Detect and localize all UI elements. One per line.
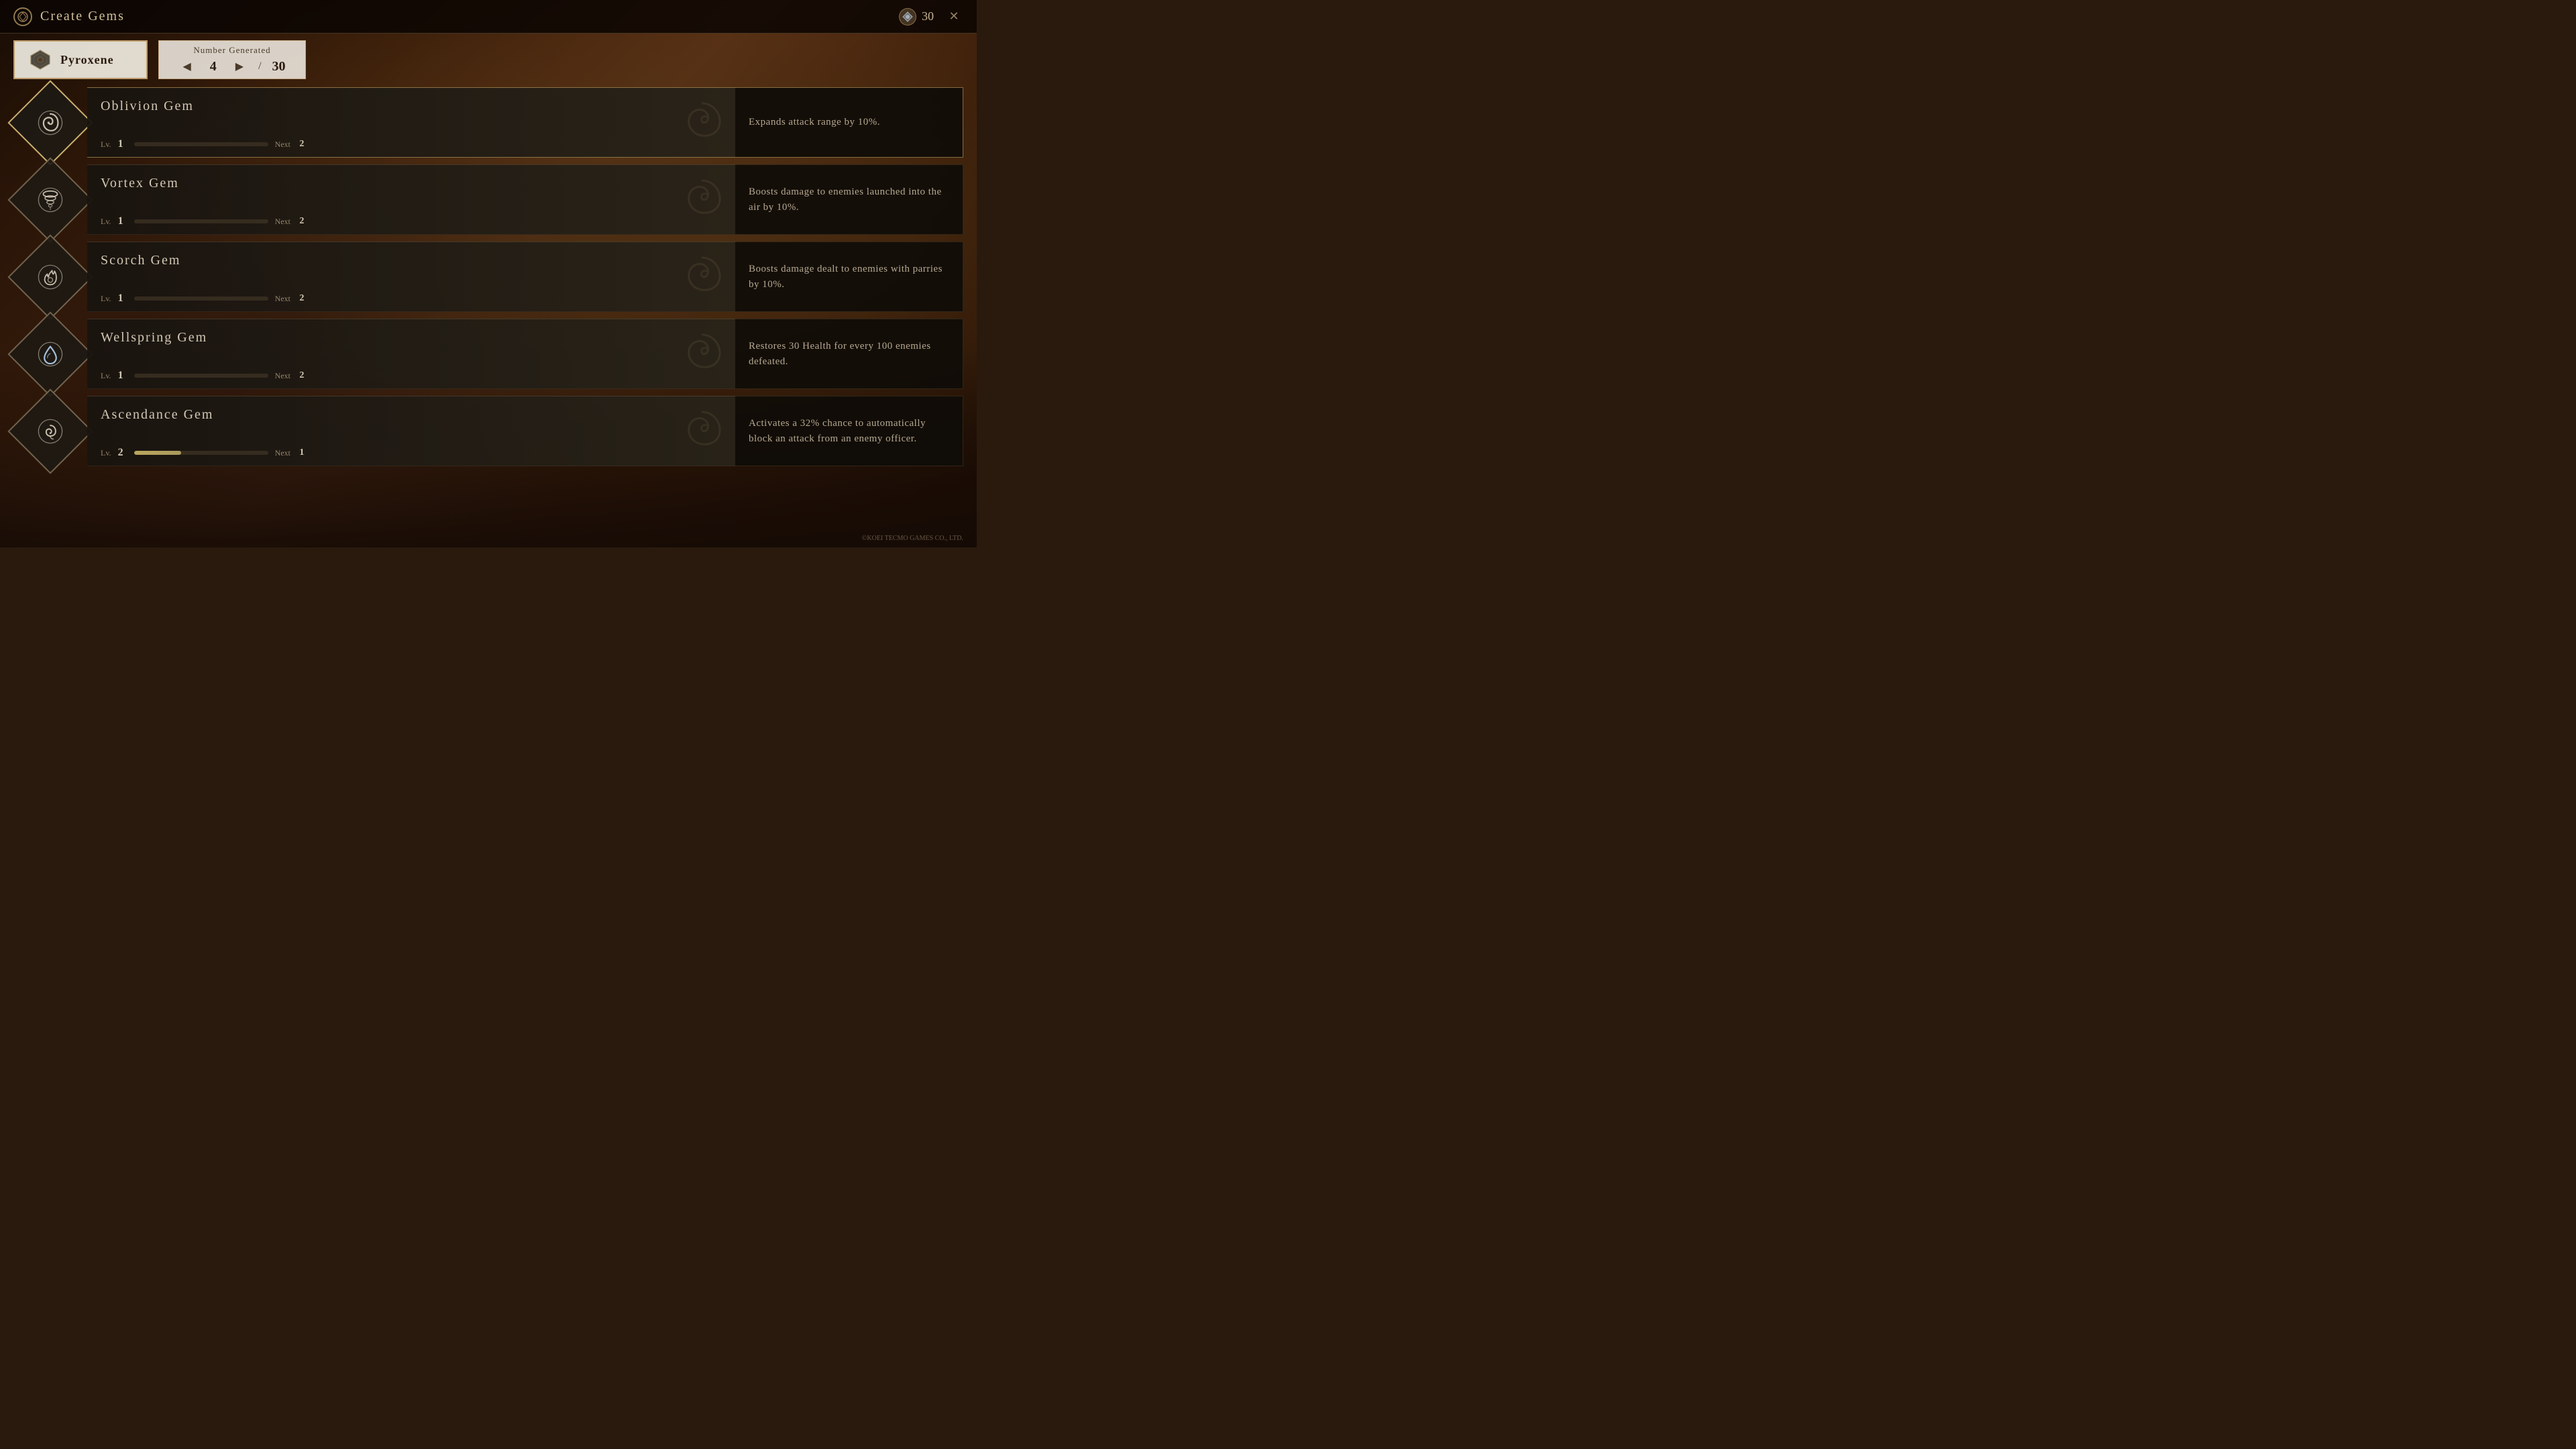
gems-list: Oblivion Gem Lv. 1 Next 2	[13, 87, 963, 466]
next-label-wellspring: Next	[275, 371, 290, 381]
gem-row-vortex[interactable]: Vortex Gem Lv. 1 Next 2	[13, 164, 963, 235]
gem-level-bar-oblivion: Lv. 1 Next 2	[101, 138, 722, 150]
gem-desc-scorch: Boosts damage dealt to enemies with parr…	[735, 241, 963, 312]
gem-desc-text-vortex: Boosts damage to enemies launched into t…	[749, 184, 949, 215]
gem-name-ascendance: Ascendance Gem	[101, 407, 722, 423]
lv-num-wellspring: 1	[118, 370, 123, 382]
gem-diamond-inner-scorch	[34, 260, 67, 294]
gem-diamond-wellspring	[20, 324, 80, 384]
gem-diamond-inner-vortex	[34, 183, 67, 217]
next-label-oblivion: Next	[275, 140, 290, 150]
gem-desc-text-wellspring: Restores 30 Health for every 100 enemies…	[749, 339, 949, 369]
progress-track-vortex	[134, 219, 268, 223]
progress-track-scorch	[134, 297, 268, 301]
gem-diamond-inner-oblivion	[34, 106, 67, 140]
page-title: Create Gems	[40, 9, 125, 24]
decrement-button[interactable]: ◀	[178, 58, 195, 74]
lv-num-oblivion: 1	[118, 138, 123, 150]
material-selector[interactable]: Pyroxene	[13, 40, 148, 79]
main-content: Pyroxene Number Generated ◀ 4 ▶ / 30	[13, 40, 963, 534]
material-name: Pyroxene	[60, 53, 114, 67]
lv-num-vortex: 1	[118, 215, 123, 227]
number-stepper: ◀ 4 ▶ / 30	[178, 58, 285, 74]
number-max: 30	[272, 59, 286, 74]
gem-diamond-ascendance	[20, 401, 80, 462]
gem-name-vortex: Vortex Gem	[101, 176, 722, 191]
gem-icon-area-oblivion	[13, 87, 87, 158]
progress-fill-ascendance	[134, 451, 181, 455]
gem-main-scorch: Scorch Gem Lv. 1 Next 2	[87, 241, 735, 312]
top-right: 30 ✕	[899, 7, 963, 26]
gem-row-wellspring[interactable]: Wellspring Gem Lv. 1 Next 2	[13, 319, 963, 389]
lv-label-oblivion: Lv.	[101, 140, 111, 150]
gem-desc-ascendance: Activates a 32% chance to automatically …	[735, 396, 963, 466]
gem-name-scorch: Scorch Gem	[101, 253, 722, 268]
next-num-vortex: 2	[297, 216, 305, 227]
gem-diamond-inner-wellspring	[34, 337, 67, 371]
currency-icon	[899, 8, 916, 25]
number-value: 4	[203, 59, 223, 74]
gem-name-wellspring: Wellspring Gem	[101, 330, 722, 345]
close-button[interactable]: ✕	[945, 7, 963, 26]
gem-desc-vortex: Boosts damage to enemies launched into t…	[735, 164, 963, 235]
gem-desc-wellspring: Restores 30 Health for every 100 enemies…	[735, 319, 963, 389]
lv-label-vortex: Lv.	[101, 217, 111, 227]
lv-num-scorch: 1	[118, 292, 123, 305]
next-label-scorch: Next	[275, 294, 290, 304]
gem-icon-area-wellspring	[13, 319, 87, 389]
gem-create-icon	[13, 7, 32, 26]
progress-track-oblivion	[134, 142, 268, 146]
gem-diamond-scorch	[20, 247, 80, 307]
currency-display: 30	[899, 8, 934, 25]
gem-diamond-vortex	[20, 170, 80, 230]
progress-track-ascendance	[134, 451, 268, 455]
gem-row-scorch[interactable]: Scorch Gem Lv. 1 Next 2	[13, 241, 963, 312]
lv-label-wellspring: Lv.	[101, 371, 111, 381]
next-label-vortex: Next	[275, 217, 290, 227]
gem-icon-area-scorch	[13, 241, 87, 312]
title-area: Create Gems	[13, 7, 125, 26]
top-bar: Create Gems 30 ✕	[0, 0, 977, 34]
gem-desc-text-ascendance: Activates a 32% chance to automatically …	[749, 416, 949, 446]
number-control: Number Generated ◀ 4 ▶ / 30	[158, 40, 306, 79]
gem-level-bar-ascendance: Lv. 2 Next 1	[101, 447, 722, 459]
gem-icon-area-vortex	[13, 164, 87, 235]
lv-label-scorch: Lv.	[101, 294, 111, 304]
material-icon	[28, 48, 52, 72]
gem-level-bar-scorch: Lv. 1 Next 2	[101, 292, 722, 305]
gem-main-wellspring: Wellspring Gem Lv. 1 Next 2	[87, 319, 735, 389]
progress-track-wellspring	[134, 374, 268, 378]
gem-icon-area-ascendance	[13, 396, 87, 466]
gem-name-oblivion: Oblivion Gem	[101, 99, 722, 114]
gem-desc-oblivion: Expands attack range by 10%.	[735, 87, 963, 158]
gem-row-ascendance[interactable]: Ascendance Gem Lv. 2 Next 1	[13, 396, 963, 466]
gem-diamond-inner-ascendance	[34, 415, 67, 448]
currency-amount: 30	[922, 9, 934, 23]
gem-desc-text-scorch: Boosts damage dealt to enemies with parr…	[749, 262, 949, 292]
gem-main-ascendance: Ascendance Gem Lv. 2 Next 1	[87, 396, 735, 466]
increment-button[interactable]: ▶	[231, 58, 248, 74]
gem-level-bar-wellspring: Lv. 1 Next 2	[101, 370, 722, 382]
lv-num-ascendance: 2	[118, 447, 123, 459]
gem-desc-text-oblivion: Expands attack range by 10%.	[749, 115, 880, 130]
gem-row-oblivion[interactable]: Oblivion Gem Lv. 1 Next 2	[13, 87, 963, 158]
next-num-ascendance: 1	[297, 447, 305, 458]
next-num-scorch: 2	[297, 293, 305, 304]
gem-diamond-oblivion	[20, 93, 80, 153]
next-num-oblivion: 2	[297, 139, 305, 150]
lv-label-ascendance: Lv.	[101, 448, 111, 458]
number-slash: /	[258, 60, 261, 72]
controls-row: Pyroxene Number Generated ◀ 4 ▶ / 30	[13, 40, 963, 79]
gem-main-oblivion: Oblivion Gem Lv. 1 Next 2	[87, 87, 735, 158]
gem-level-bar-vortex: Lv. 1 Next 2	[101, 215, 722, 227]
next-num-wellspring: 2	[297, 370, 305, 381]
number-label: Number Generated	[193, 45, 270, 56]
gem-main-vortex: Vortex Gem Lv. 1 Next 2	[87, 164, 735, 235]
next-label-ascendance: Next	[275, 448, 290, 458]
copyright: ©KOEI TECMO GAMES CO., LTD.	[862, 535, 963, 542]
